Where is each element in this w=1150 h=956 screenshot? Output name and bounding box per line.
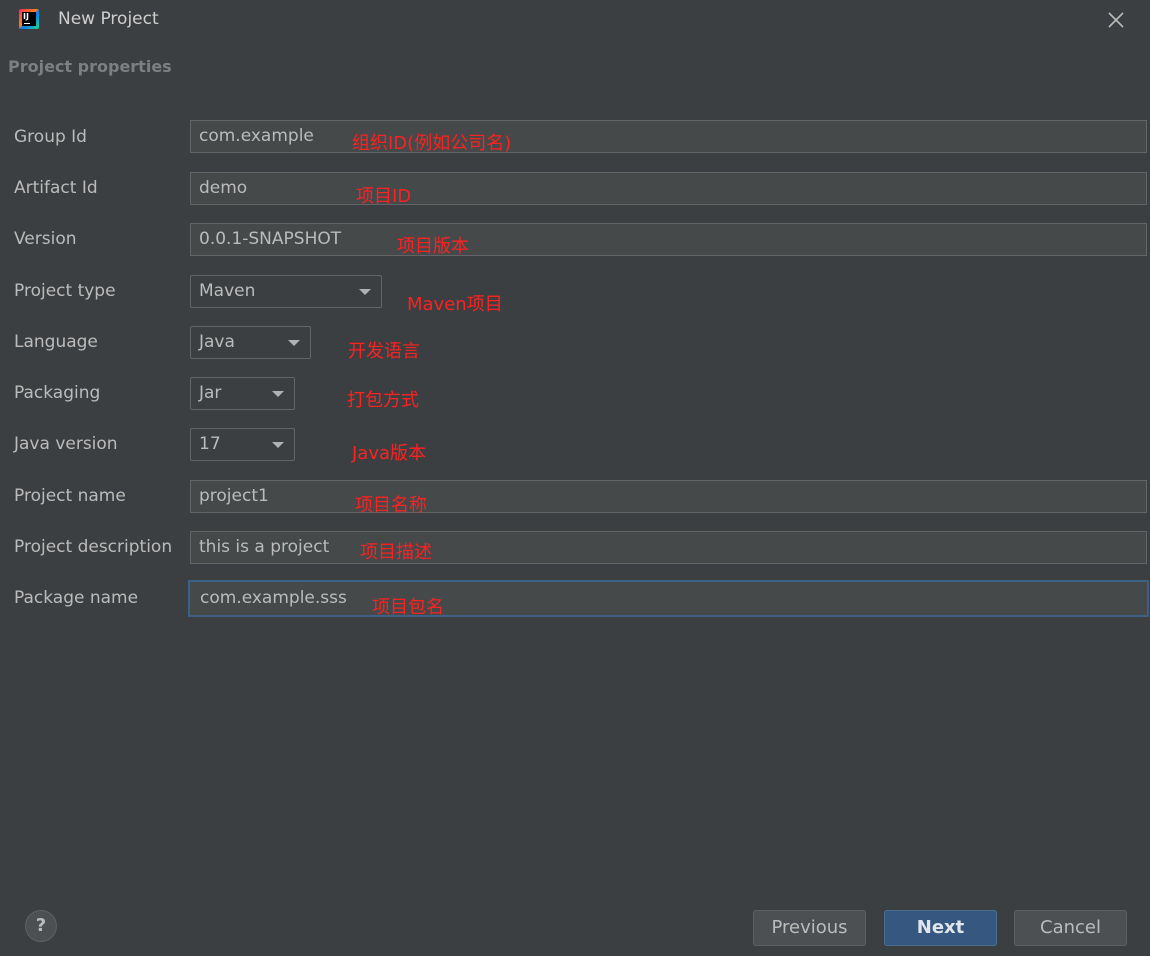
language-annotation: 开发语言 bbox=[348, 341, 420, 362]
next-button[interactable]: Next bbox=[884, 910, 997, 946]
dropdown-arrow-icon bbox=[272, 391, 284, 397]
packaging-value: Jar bbox=[199, 383, 222, 403]
cancel-button[interactable]: Cancel bbox=[1014, 910, 1127, 946]
packaging-select[interactable]: Jar bbox=[190, 377, 295, 410]
project-description-label: Project description bbox=[14, 537, 173, 557]
package-name-label: Package name bbox=[14, 588, 139, 608]
project-description-annotation: 项目描述 bbox=[360, 542, 432, 563]
group-id-input[interactable]: com.example bbox=[190, 120, 1147, 153]
project-description-input[interactable]: this is a project bbox=[190, 531, 1147, 564]
dropdown-arrow-icon bbox=[288, 340, 300, 346]
project-type-value: Maven bbox=[199, 281, 256, 301]
dropdown-arrow-icon bbox=[359, 289, 371, 295]
package-name-input[interactable]: com.example.sss bbox=[188, 580, 1149, 617]
project-type-annotation: Maven项目 bbox=[407, 294, 503, 315]
artifact-id-input[interactable]: demo bbox=[190, 172, 1147, 205]
group-id-label: Group Id bbox=[14, 127, 87, 147]
help-button[interactable]: ? bbox=[25, 910, 57, 942]
window-title: New Project bbox=[58, 9, 159, 29]
dropdown-arrow-icon bbox=[272, 442, 284, 448]
version-annotation: 项目版本 bbox=[397, 236, 469, 257]
new-project-dialog: IJ New Project Project properties Group … bbox=[0, 0, 1150, 956]
project-type-label: Project type bbox=[14, 281, 116, 301]
packaging-annotation: 打包方式 bbox=[347, 390, 419, 411]
title-bar: IJ New Project bbox=[0, 0, 1150, 40]
artifact-id-label: Artifact Id bbox=[14, 178, 98, 198]
packaging-label: Packaging bbox=[14, 383, 101, 403]
version-input[interactable]: 0.0.1-SNAPSHOT bbox=[190, 223, 1147, 256]
java-version-select[interactable]: 17 bbox=[190, 428, 295, 461]
version-label: Version bbox=[14, 229, 77, 249]
language-value: Java bbox=[199, 332, 235, 352]
language-select[interactable]: Java bbox=[190, 326, 311, 359]
previous-button[interactable]: Previous bbox=[753, 910, 866, 946]
close-icon[interactable] bbox=[1104, 8, 1128, 32]
java-version-value: 17 bbox=[199, 434, 221, 454]
java-version-annotation: Java版本 bbox=[352, 443, 427, 464]
project-name-label: Project name bbox=[14, 486, 126, 506]
intellij-logo-icon: IJ bbox=[19, 9, 39, 29]
java-version-label: Java version bbox=[14, 434, 118, 454]
package-name-annotation: 项目包名 bbox=[372, 597, 444, 618]
project-name-annotation: 项目名称 bbox=[355, 495, 427, 516]
project-name-input[interactable]: project1 bbox=[190, 480, 1147, 513]
project-type-select[interactable]: Maven bbox=[190, 275, 382, 308]
section-title: Project properties bbox=[8, 57, 172, 76]
language-label: Language bbox=[14, 332, 98, 352]
artifact-id-annotation: 项目ID bbox=[356, 186, 412, 207]
group-id-annotation: 组织ID(例如公司名) bbox=[352, 133, 512, 154]
